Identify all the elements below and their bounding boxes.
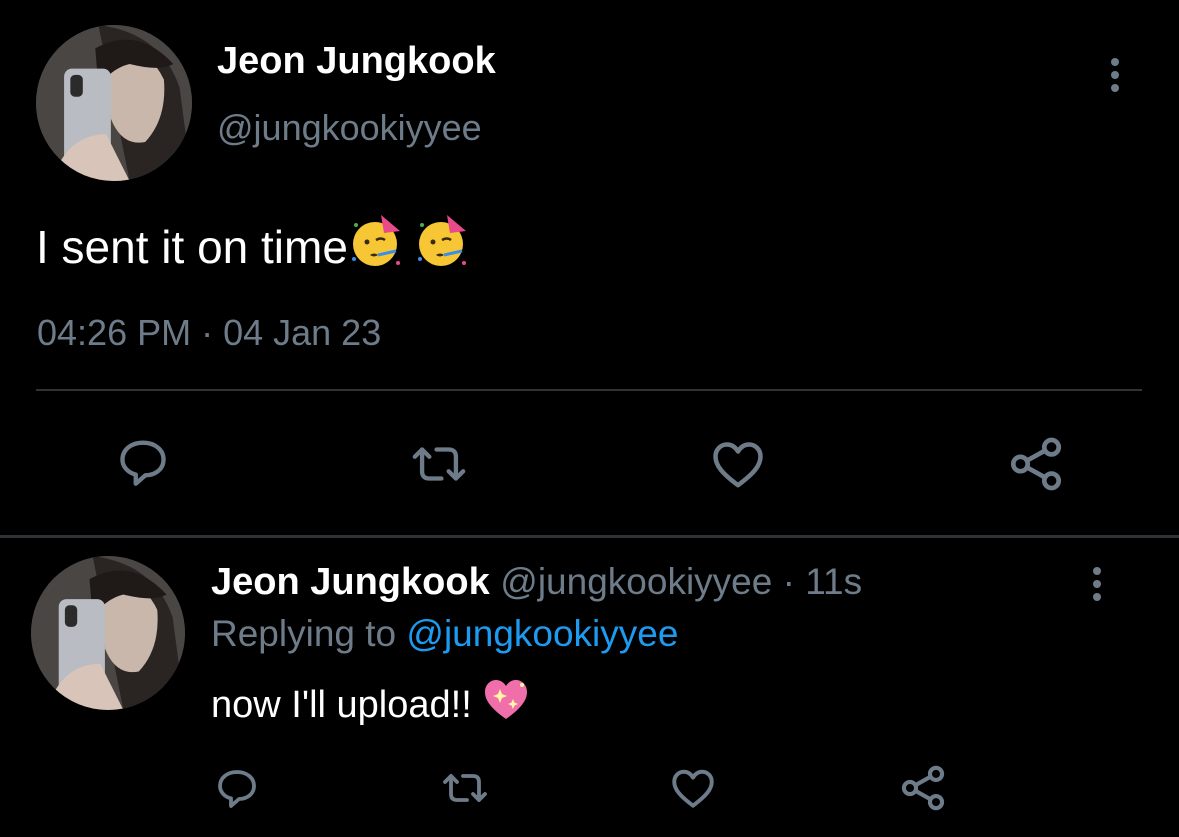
handle[interactable]: @jungkookiyyee bbox=[217, 107, 482, 149]
more-options-icon[interactable] bbox=[1107, 58, 1123, 97]
divider bbox=[36, 389, 1142, 391]
sparkling-heart-emoji bbox=[482, 677, 530, 733]
share-icon[interactable] bbox=[1005, 433, 1067, 495]
handle-and-time[interactable]: @jungkookiyyee · 11s bbox=[500, 561, 862, 602]
avatar[interactable] bbox=[36, 25, 192, 181]
profile-photo bbox=[36, 25, 192, 181]
reply-icon[interactable] bbox=[213, 764, 261, 812]
retweet-icon[interactable] bbox=[406, 435, 472, 493]
more-options-icon[interactable] bbox=[1089, 567, 1105, 606]
replying-to-label: Replying to bbox=[211, 613, 397, 654]
display-name[interactable]: Jeon Jungkook bbox=[217, 40, 496, 83]
profile-photo bbox=[31, 556, 185, 710]
like-icon[interactable] bbox=[667, 763, 719, 813]
section-divider bbox=[0, 535, 1179, 538]
display-name[interactable]: Jeon Jungkook bbox=[211, 561, 490, 603]
replying-to-handle[interactable]: @jungkookiyyee bbox=[406, 613, 678, 654]
replying-to-line: Replying to @jungkookiyyee bbox=[211, 613, 678, 655]
tweet-text-container: I sent it on time bbox=[36, 211, 472, 280]
like-icon[interactable] bbox=[707, 434, 769, 494]
share-icon[interactable] bbox=[897, 762, 949, 814]
partying-face-emoji bbox=[348, 211, 406, 280]
retweet-icon[interactable] bbox=[437, 764, 493, 812]
reply-text-container: now I'll upload!! bbox=[211, 677, 530, 733]
tweet-text: I sent it on time bbox=[36, 221, 348, 273]
reply-icon[interactable] bbox=[114, 433, 172, 491]
reply-header: Jeon Jungkook @jungkookiyyee · 11s bbox=[211, 561, 862, 604]
tweet-timestamp[interactable]: 04:26 PM · 04 Jan 23 bbox=[37, 312, 381, 354]
reply-text: now I'll upload!! bbox=[211, 684, 472, 726]
partying-face-emoji bbox=[414, 211, 472, 280]
avatar[interactable] bbox=[31, 556, 185, 710]
